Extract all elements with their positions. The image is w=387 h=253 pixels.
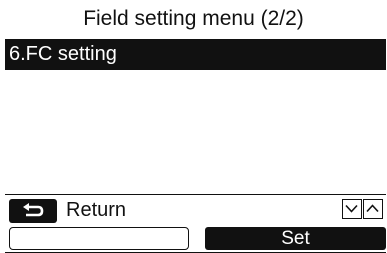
- chevron-up-icon[interactable]: [363, 199, 383, 219]
- set-button[interactable]: Set: [205, 227, 386, 250]
- footer-divider: [5, 194, 386, 195]
- left-softkey-button[interactable]: [9, 227, 189, 250]
- return-label: Return: [66, 199, 127, 221]
- set-button-label: Set: [281, 228, 310, 249]
- return-arrow-icon[interactable]: [9, 199, 57, 223]
- menu-item-label: 6.FC setting: [9, 43, 117, 65]
- remote-controller-screen: Field setting menu (2/2) 6.FC setting Re…: [0, 0, 387, 253]
- page-title: Field setting menu (2/2): [83, 7, 304, 30]
- menu-item-fc-setting[interactable]: 6.FC setting: [5, 39, 386, 70]
- chevron-down-icon[interactable]: [342, 199, 362, 219]
